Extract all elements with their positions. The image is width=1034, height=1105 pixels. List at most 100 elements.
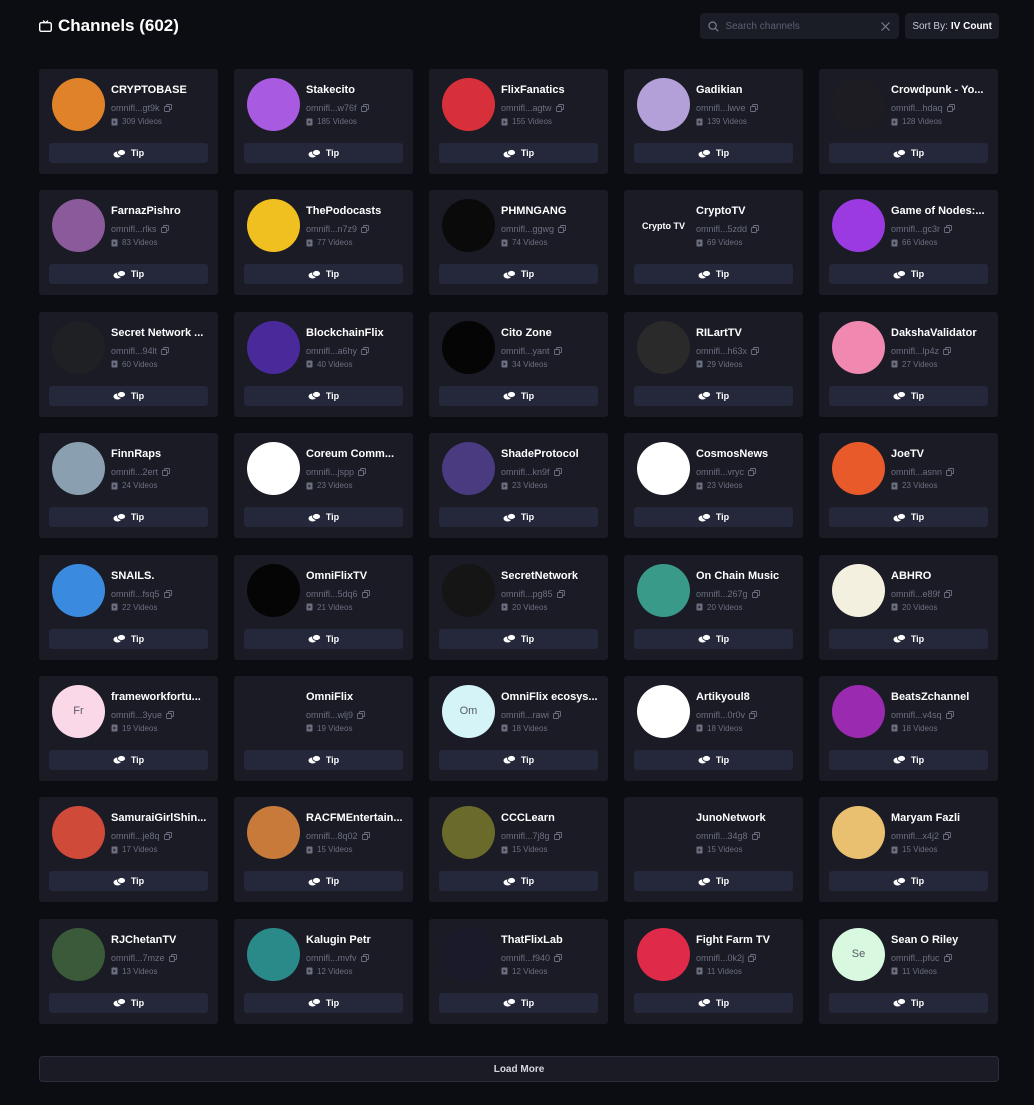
channel-name[interactable]: RJChetanTV xyxy=(111,934,208,946)
channel-avatar[interactable]: Fr xyxy=(52,684,105,738)
channel-card[interactable]: SNAILS. omnifl...fsq5 22 Videos Tip xyxy=(39,554,218,660)
tip-button[interactable]: Tip xyxy=(49,992,208,1013)
channel-card[interactable]: BeatsZchannel omnifl...v4sq 18 Videos Ti… xyxy=(819,675,998,781)
channel-name[interactable]: OmniFlix xyxy=(306,691,403,703)
channel-avatar[interactable] xyxy=(52,563,105,617)
copy-icon[interactable] xyxy=(361,346,369,355)
channel-name[interactable]: PHMNGANG xyxy=(501,205,598,217)
tip-button[interactable]: Tip xyxy=(634,871,793,892)
copy-icon[interactable] xyxy=(357,711,365,719)
tip-button[interactable]: Tip xyxy=(829,992,988,1013)
search-input[interactable] xyxy=(725,20,875,32)
channel-avatar[interactable] xyxy=(52,442,105,496)
channel-avatar[interactable]: Se xyxy=(832,927,885,981)
tip-button[interactable]: Tip xyxy=(634,507,793,528)
channel-name[interactable]: BlockchainFlix xyxy=(306,327,403,339)
channel-name[interactable]: Crowdpunk - Yo... xyxy=(891,84,988,96)
channel-avatar[interactable] xyxy=(52,806,105,860)
channel-card[interactable]: SamuraiGirlShin... omnifl...je8q 17 Vide… xyxy=(39,797,218,903)
channel-card[interactable]: JoeTV omnifl...asnn 23 Videos Tip xyxy=(819,433,998,539)
tip-button[interactable]: Tip xyxy=(49,749,208,770)
channel-name[interactable]: OmniFlix ecosys... xyxy=(501,691,598,703)
channel-card[interactable]: BlockchainFlix omnifl...a6hy 40 Videos T… xyxy=(234,311,413,417)
tip-button[interactable]: Tip xyxy=(244,628,403,649)
channel-card[interactable]: ABHRO omnifl...e89f 20 Videos Tip xyxy=(819,554,998,660)
channel-avatar[interactable] xyxy=(832,199,885,253)
tip-button[interactable]: Tip xyxy=(829,628,988,649)
copy-icon[interactable] xyxy=(162,468,170,477)
channel-card[interactable]: Maryam Fazli omnifl...x4j2 15 Videos Tip xyxy=(819,797,998,903)
copy-icon[interactable] xyxy=(554,953,562,962)
channel-name[interactable]: Coreum Comm... xyxy=(306,448,403,460)
channel-avatar[interactable] xyxy=(832,442,885,496)
tip-button[interactable]: Tip xyxy=(634,992,793,1013)
channel-name[interactable]: Stakecito xyxy=(306,84,403,96)
tip-button[interactable]: Tip xyxy=(49,143,208,163)
channel-name[interactable]: RACFMEntertain... xyxy=(306,812,403,824)
channel-avatar[interactable] xyxy=(247,563,300,617)
copy-icon[interactable] xyxy=(749,711,757,719)
channel-card[interactable]: DakshaValidator omnifl...lp4z 27 Videos xyxy=(819,311,998,417)
channel-name[interactable]: Gadikian xyxy=(696,84,793,96)
search-box[interactable] xyxy=(700,13,900,39)
channel-card[interactable]: Cito Zone omnifl...yant 34 Videos Tip xyxy=(429,311,608,417)
tip-button[interactable]: Tip xyxy=(634,628,793,649)
tip-button[interactable]: Tip xyxy=(829,871,988,892)
copy-icon[interactable] xyxy=(361,832,370,841)
tip-button[interactable]: Tip xyxy=(439,749,598,770)
channel-name[interactable]: BeatsZchannel xyxy=(891,691,988,703)
tip-button[interactable]: Tip xyxy=(634,143,793,163)
load-more-button[interactable]: Load More xyxy=(39,1056,999,1082)
channel-card[interactable]: Secret Network ... omnifl...94lt 60 Vide… xyxy=(39,311,218,417)
channel-card[interactable]: JunoNetwork omnifl...34g8 15 Videos Tip xyxy=(624,797,803,903)
channel-card[interactable]: ShadeProtocol omnifl...kn9f 23 Videos Ti… xyxy=(429,433,608,539)
tip-button[interactable]: Tip xyxy=(634,385,793,406)
channel-name[interactable]: FinnRaps xyxy=(111,448,208,460)
channel-avatar[interactable] xyxy=(442,199,495,253)
copy-icon[interactable] xyxy=(360,104,369,112)
copy-icon[interactable] xyxy=(163,589,172,598)
copy-icon[interactable] xyxy=(751,589,760,598)
tip-button[interactable]: Tip xyxy=(439,264,598,285)
channel-avatar[interactable] xyxy=(637,442,690,496)
channel-name[interactable]: JoeTV xyxy=(891,448,988,460)
channel-card[interactable]: RACFMEntertain... omnifl...8q02 15 Video… xyxy=(234,797,413,903)
channel-name[interactable]: Artikyoul8 xyxy=(696,691,793,703)
channel-name[interactable]: RILartTV xyxy=(696,327,793,339)
channel-name[interactable]: Fight Farm TV xyxy=(696,934,793,946)
channel-avatar[interactable] xyxy=(637,563,690,617)
channel-card[interactable]: Fight Farm TV omnifl...0k2j 11 Videos Ti… xyxy=(624,918,803,1024)
copy-icon[interactable] xyxy=(946,468,954,477)
channel-avatar[interactable] xyxy=(442,78,495,131)
copy-icon[interactable] xyxy=(553,468,562,477)
channel-card[interactable]: OmniFlix omnifl...wlj9 19 Videos Tip xyxy=(234,675,413,781)
copy-icon[interactable] xyxy=(944,589,952,598)
channel-name[interactable]: FlixFanatics xyxy=(501,84,598,96)
tip-button[interactable]: Tip xyxy=(244,264,403,285)
channel-card[interactable]: RJChetanTV omnifl...7mze 13 Videos Tip xyxy=(39,918,218,1024)
tip-button[interactable]: Tip xyxy=(49,628,208,649)
copy-icon[interactable] xyxy=(751,832,760,841)
copy-icon[interactable] xyxy=(361,225,369,234)
channel-card[interactable]: OmniFlixTV omnifl...5dq6 21 Videos Tip xyxy=(234,554,413,660)
channel-avatar[interactable] xyxy=(442,442,495,496)
channel-avatar[interactable]: Crypto TV xyxy=(637,199,690,253)
channel-card[interactable]: ThatFlixLab omnifl...f940 12 Videos Tip xyxy=(429,918,608,1024)
channel-avatar[interactable] xyxy=(247,806,300,860)
channel-card[interactable]: Artikyoul8 omnifl...0r0v 18 Videos Tip xyxy=(624,675,803,781)
tip-button[interactable]: Tip xyxy=(634,264,793,285)
close-icon[interactable] xyxy=(880,21,891,32)
tip-button[interactable]: Tip xyxy=(244,385,403,406)
copy-icon[interactable] xyxy=(163,104,172,112)
channel-card[interactable]: On Chain Music omnifl...267g 20 Videos T… xyxy=(624,554,803,660)
tip-button[interactable]: Tip xyxy=(49,871,208,892)
channel-name[interactable]: FarnazPishro xyxy=(111,205,208,217)
channel-name[interactable]: DakshaValidator xyxy=(891,327,988,339)
channel-card[interactable]: CosmosNews omnifl...vryc 23 Videos Tip xyxy=(624,433,803,539)
channel-avatar[interactable] xyxy=(247,320,300,374)
channel-avatar[interactable] xyxy=(832,78,885,131)
copy-icon[interactable] xyxy=(361,589,370,598)
tip-button[interactable]: Tip xyxy=(244,507,403,528)
channel-avatar[interactable] xyxy=(442,927,495,981)
channel-card[interactable]: RILartTV omnifl...h63x 29 Videos Tip xyxy=(624,311,803,417)
